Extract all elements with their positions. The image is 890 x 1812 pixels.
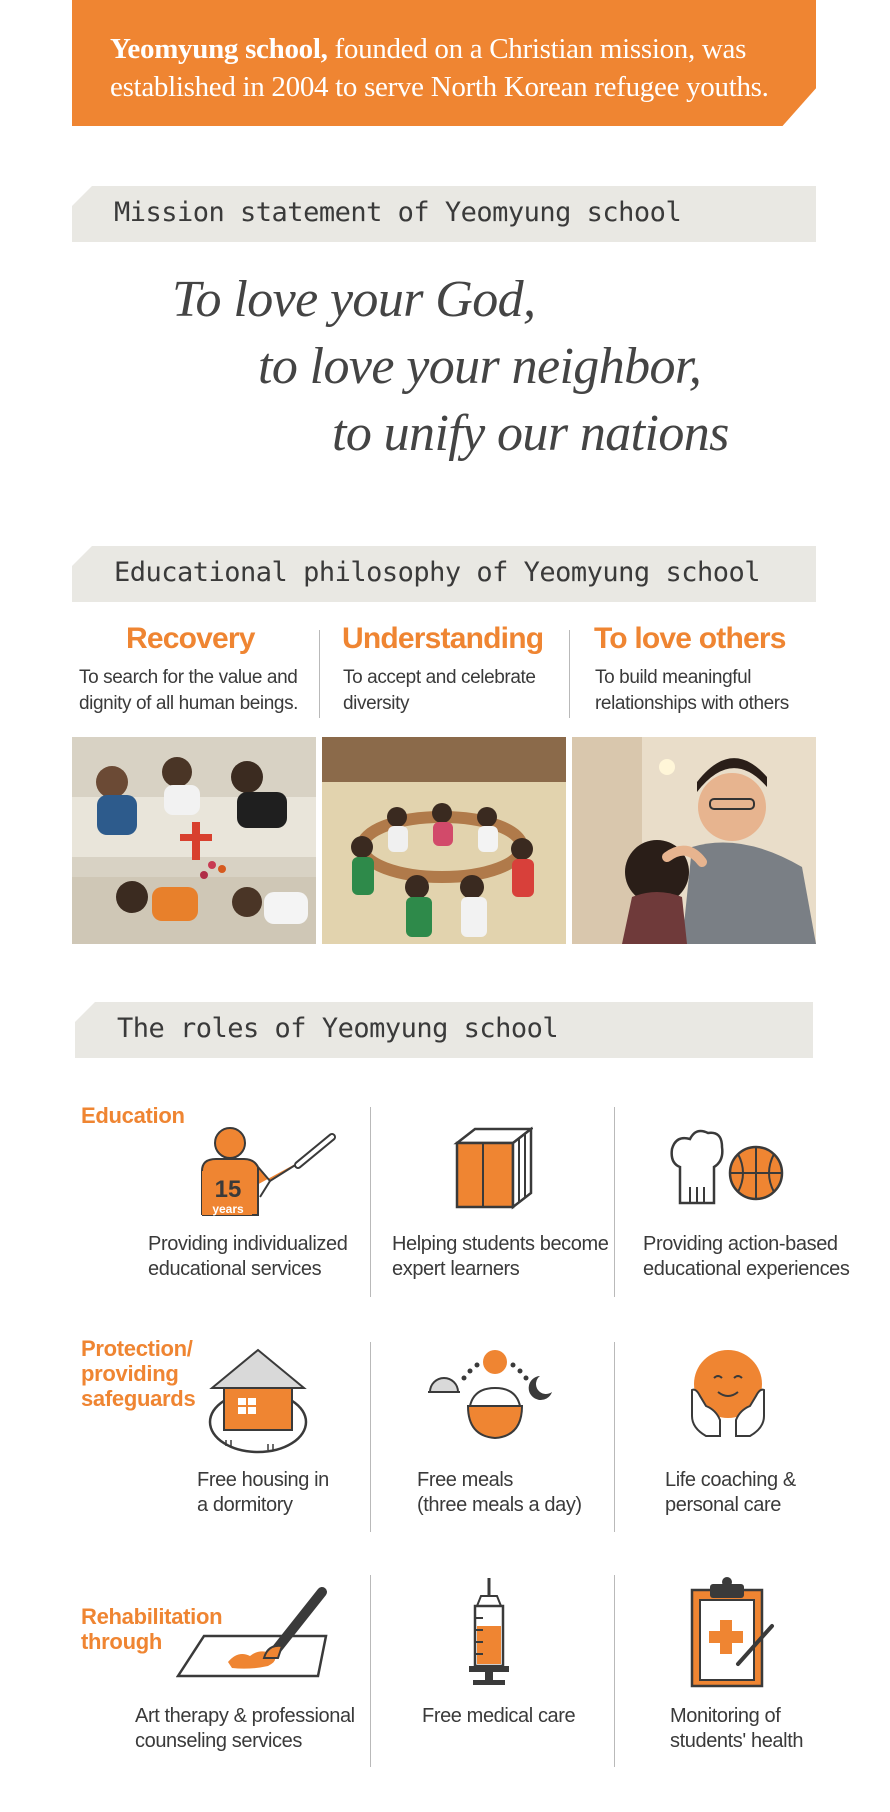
divider (614, 1107, 615, 1297)
role-desc-expert-learners: Helping students become expert learners (392, 1232, 609, 1282)
mission-line-3: to unify our nations (332, 405, 729, 462)
banner-line-1: founded on a Christian mission, was (327, 33, 747, 65)
role-desc-line: personal care (665, 1494, 781, 1516)
divider (614, 1342, 615, 1532)
role-desc-meals: Free meals (three meals a day) (417, 1468, 582, 1518)
role-desc-line: counseling services (135, 1730, 302, 1752)
role-desc-line: Life coaching & (665, 1469, 796, 1491)
roles-header: The roles of Yeomyung school (75, 1002, 813, 1058)
role-desc-line: Free meals (417, 1469, 514, 1491)
role-desc-medical-care: Free medical care (422, 1704, 576, 1729)
philosophy-title-recovery: Recovery (126, 622, 256, 655)
philosophy-desc-understanding: To accept and celebrate diversity (343, 665, 536, 717)
role-desc-line: Free medical care (422, 1705, 576, 1727)
category-line: Protection/ (81, 1336, 193, 1361)
role-desc-line: Art therapy & professional (135, 1705, 355, 1727)
role-desc-line: Providing individualized (148, 1233, 348, 1255)
caring-hands-icon (688, 1346, 768, 1442)
philosophy-desc-line: To search for the value and (79, 667, 298, 688)
mission-header: Mission statement of Yeomyung school (72, 186, 816, 242)
syringe-icon (467, 1578, 511, 1686)
divider (614, 1575, 615, 1767)
role-desc-line: students' health (670, 1730, 804, 1752)
philosophy-title-love-others: To love others (594, 622, 786, 655)
school-name: Yeomyung school, (110, 33, 328, 65)
clipboard-icon (690, 1576, 776, 1690)
role-desc-action-based: Providing action-based educational exper… (643, 1232, 850, 1282)
role-desc-life-coaching: Life coaching & personal care (665, 1468, 796, 1518)
role-desc-housing: Free housing in a dormitory (197, 1468, 329, 1518)
philosophy-desc-love-others: To build meaningful relationships with o… (595, 665, 789, 717)
philosophy-title-understanding: Understanding (342, 622, 544, 655)
philosophy-desc-recovery: To search for the value and dignity of a… (79, 665, 298, 717)
category-education: Education (81, 1103, 185, 1128)
philosophy-header: Educational philosophy of Yeomyung schoo… (72, 546, 816, 602)
role-desc-art-therapy: Art therapy & professional counseling se… (135, 1704, 355, 1754)
roles-header-text: The roles of Yeomyung school (117, 1013, 559, 1044)
intro-banner: Yeomyung school, founded on a Christian … (72, 0, 816, 126)
mission-line-2: to love your neighbor, (258, 338, 702, 395)
role-desc-line: Free housing in (197, 1469, 329, 1491)
role-desc-line: educational experiences (643, 1258, 850, 1280)
house-icon (206, 1346, 310, 1456)
philosophy-desc-line: To build meaningful (595, 667, 752, 688)
paintbrush-icon (176, 1584, 336, 1680)
philosophy-header-text: Educational philosophy of Yeomyung schoo… (114, 557, 760, 588)
photo-circle-activity (322, 737, 566, 944)
books-icon (453, 1125, 533, 1211)
category-protection: Protection/ providing safeguards (81, 1336, 196, 1411)
mission-line-1: To love your God, (172, 271, 536, 328)
meal-icon (428, 1348, 558, 1444)
role-desc-line: a dormitory (197, 1494, 293, 1516)
photo-children-lying-on-floor (72, 737, 316, 944)
role-desc-line: expert learners (392, 1258, 520, 1280)
role-desc-line: Helping students become (392, 1233, 609, 1255)
divider (370, 1575, 371, 1767)
philosophy-desc-line: relationships with others (595, 693, 789, 714)
mission-header-text: Mission statement of Yeomyung school (114, 197, 682, 228)
philosophy-desc-line: diversity (343, 693, 410, 714)
divider (370, 1342, 371, 1532)
role-desc-line: (three meals a day) (417, 1494, 582, 1516)
divider (569, 630, 570, 718)
role-desc-health-monitoring: Monitoring of students' health (670, 1704, 803, 1754)
category-line: providing (81, 1361, 179, 1386)
philosophy-desc-line: To accept and celebrate (343, 667, 536, 688)
photo-embrace (572, 737, 816, 944)
role-desc-line: Providing action-based (643, 1233, 838, 1255)
chef-basketball-icon (668, 1127, 786, 1207)
badge-text: years (212, 1202, 244, 1216)
role-desc-individualized: Providing individualized educational ser… (148, 1232, 348, 1282)
role-desc-line: educational services (148, 1258, 322, 1280)
role-desc-line: Monitoring of (670, 1705, 781, 1727)
category-line: safeguards (81, 1386, 196, 1411)
divider (319, 630, 320, 718)
badge-number: 15 (215, 1176, 242, 1203)
banner-line-2: established in 2004 to serve North Korea… (110, 71, 769, 103)
philosophy-desc-line: dignity of all human beings. (79, 693, 299, 714)
teacher-icon: 15 years (198, 1127, 338, 1217)
divider (370, 1107, 371, 1297)
